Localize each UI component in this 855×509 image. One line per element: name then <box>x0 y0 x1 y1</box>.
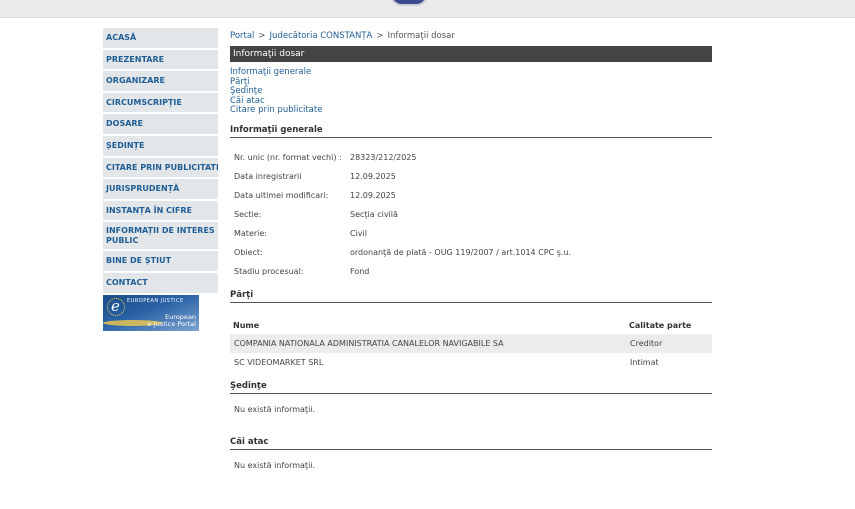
e-logo-icon: e <box>111 296 120 315</box>
page-title: Informaţii dosar <box>230 46 712 62</box>
ejustice-banner-text: European e-Justice Portal <box>147 313 196 329</box>
sidebar-item-instanta-in-cifre[interactable]: INSTANȚA ÎN CIFRE <box>103 200 218 221</box>
sidebar-item-bine-de-stiut[interactable]: BINE DE ȘTIUT <box>103 251 218 271</box>
table-row: Sectie: Secţia civilă <box>230 205 712 224</box>
sidebar-item-acasa[interactable]: ACASĂ <box>103 28 218 48</box>
field-value: ordonanţă de plată - OUG 119/2007 / art.… <box>350 247 572 257</box>
table-row: SC VIDEOMARKET SRL Intimat <box>230 353 712 372</box>
breadcrumb-portal-link[interactable]: Portal <box>230 31 254 41</box>
ejustice-banner-line2: e-Justice Portal <box>147 320 196 329</box>
ejustice-portal-banner[interactable]: e EUROPEAN JUSTICE European e-Justice Po… <box>103 294 199 331</box>
main-content: Portal > Judecătoria CONSTANȚA > Informaţii … <box>230 28 712 474</box>
field-label: Data inregistrarii <box>234 171 302 181</box>
field-value: Civil <box>350 228 367 238</box>
column-header-nume: Nume <box>233 320 260 330</box>
sidebar-item-organizare[interactable]: ORGANIZARE <box>103 71 218 91</box>
toc-link-parti[interactable]: Părţi <box>230 77 712 88</box>
sidebar-nav: ACASĂ PREZENTARE ORGANIZARE CIRCUMSCRIPȚ… <box>103 28 218 331</box>
column-header-calitate: Calitate parte <box>629 320 692 330</box>
sidebar-item-contact[interactable]: CONTACT <box>103 272 218 293</box>
party-role: Intimat <box>630 357 659 367</box>
sidebar-item-informatii-interes-public[interactable]: INFORMAȚII DE INTERES PUBLIC <box>103 222 218 250</box>
table-row: Data ultimei modificari: 12.09.2025 <box>230 186 712 205</box>
sidebar-item-prezentare[interactable]: PREZENTARE <box>103 49 218 70</box>
table-row: Obiect: ordonanţă de plată - OUG 119/2007… <box>230 243 712 262</box>
party-role: Creditor <box>626 333 712 353</box>
cai-atac-empty-message: Nu există informaţii. <box>234 460 316 470</box>
field-label: Data ultimei modificari: <box>234 190 329 200</box>
top-header-bar <box>0 0 855 18</box>
table-row: COMPANIA NATIONALA ADMINISTRATIA CANALEL… <box>230 333 712 353</box>
parti-table: Nume Calitate parte COMPANIA NATIONALA A… <box>230 317 712 372</box>
party-name: COMPANIA NATIONALA ADMINISTRATIA CANALEL… <box>230 333 626 353</box>
table-header-row: Nume Calitate parte <box>230 317 712 334</box>
table-row: Stadiu procesual: Fond <box>230 262 712 281</box>
sedinte-empty-message: Nu există informaţii. <box>234 404 316 414</box>
sidebar-item-circumscriptie[interactable]: CIRCUMSCRIPȚIE <box>103 92 218 113</box>
toc-link-citare[interactable]: Citare prin publicitate <box>230 106 712 116</box>
court-emblem-icon <box>390 0 428 6</box>
field-value: 28323/212/2025 <box>350 152 417 162</box>
section-title-cai-atac: Căi atac <box>230 436 712 450</box>
breadcrumb-separator: > <box>258 31 266 41</box>
general-info-table: Nr. unic (nr. format vechi) : 28323/212/2… <box>230 148 712 281</box>
section-title-parti: Părţi <box>230 289 712 303</box>
table-row: Data inregistrarii 12.09.2025 <box>230 167 712 186</box>
section-links: Informaţii generale Părţi Şedinţe Căi at… <box>230 67 712 116</box>
sidebar-item-dosare[interactable]: DOSARE <box>103 114 218 134</box>
breadcrumb: Portal > Judecătoria CONSTANȚA > Informaţii … <box>230 28 712 44</box>
toc-link-sedinte[interactable]: Şedinţe <box>230 87 712 97</box>
breadcrumb-separator: > <box>376 31 384 41</box>
field-label: Sectie: <box>234 209 262 219</box>
table-row: Nr. unic (nr. format vechi) : 28323/212/2… <box>230 148 712 167</box>
field-label: Nr. unic (nr. format vechi) : <box>234 152 342 162</box>
sidebar-item-sedinte[interactable]: ȘEDINȚE <box>103 135 218 156</box>
breadcrumb-current: Informaţii dosar <box>387 31 455 41</box>
toc-link-informatii-generale[interactable]: Informaţii generale <box>230 67 712 78</box>
section-title-informatii-generale: Informaţii generale <box>230 124 712 138</box>
field-value: Fond <box>350 266 370 276</box>
ejustice-banner-small-text: EUROPEAN JUSTICE <box>127 297 184 304</box>
breadcrumb-court-link[interactable]: Judecătoria CONSTANȚA <box>270 31 373 41</box>
field-value: Secţia civilă <box>350 209 398 219</box>
sidebar-item-jurisprudenta[interactable]: JURISPRUDENȚĂ <box>103 179 218 199</box>
section-title-sedinte: Şedinţe <box>230 380 712 394</box>
field-value: 12.09.2025 <box>350 171 396 181</box>
party-name: SC VIDEOMARKET SRL <box>234 357 324 367</box>
field-label: Materie: <box>234 228 267 238</box>
field-label: Stadiu procesual: <box>234 266 304 276</box>
table-row: Materie: Civil <box>230 224 712 243</box>
field-label: Obiect: <box>234 247 263 257</box>
field-value: 12.09.2025 <box>350 190 396 200</box>
sidebar-item-citare[interactable]: CITARE PRIN PUBLICITATE <box>103 157 218 178</box>
